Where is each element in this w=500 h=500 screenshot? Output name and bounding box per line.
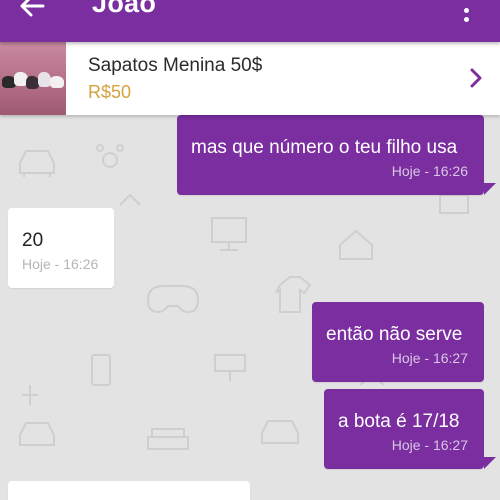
- listing-thumbnail: [0, 42, 66, 115]
- message-bubble-incoming[interactable]: 20 Hoje - 16:26: [8, 208, 114, 288]
- listing-price: R$50: [88, 82, 132, 102]
- message-text: então não serve: [326, 324, 463, 345]
- more-options-button[interactable]: [454, 0, 478, 22]
- bubble-tail: [484, 457, 496, 469]
- message-text: 20: [22, 230, 44, 251]
- message-timestamp: Hoje - 16:26: [22, 256, 99, 272]
- message-timestamp: Hoje - 16:26: [391, 163, 468, 179]
- message-text: a bota é 17/18: [338, 411, 460, 432]
- bubble-tail: [484, 183, 496, 195]
- message-bubble-incoming-partial[interactable]: [8, 481, 250, 500]
- listing-title: Sapatos Menina 50$: [88, 55, 263, 76]
- message-text: mas que número o teu filho usa: [191, 137, 458, 158]
- more-vert-icon: [463, 8, 469, 13]
- message-timestamp: Hoje - 16:27: [391, 437, 468, 453]
- chat-title: João: [92, 0, 157, 18]
- app-header: João: [0, 0, 500, 42]
- back-button[interactable]: [10, 0, 54, 26]
- message-timestamp: Hoje - 16:27: [391, 350, 468, 366]
- message-bubble-outgoing[interactable]: mas que número o teu filho usa Hoje - 16…: [177, 115, 484, 195]
- chat-area[interactable]: mas que número o teu filho usa Hoje - 16…: [0, 115, 500, 500]
- arrow-left-icon: [20, 0, 45, 17]
- message-bubble-outgoing[interactable]: a bota é 17/18 Hoje - 16:27: [324, 389, 484, 469]
- chevron-right-icon[interactable]: [468, 66, 484, 90]
- listing-card[interactable]: Sapatos Menina 50$ R$50: [0, 42, 500, 115]
- message-bubble-outgoing[interactable]: então não serve Hoje - 16:27: [312, 302, 484, 382]
